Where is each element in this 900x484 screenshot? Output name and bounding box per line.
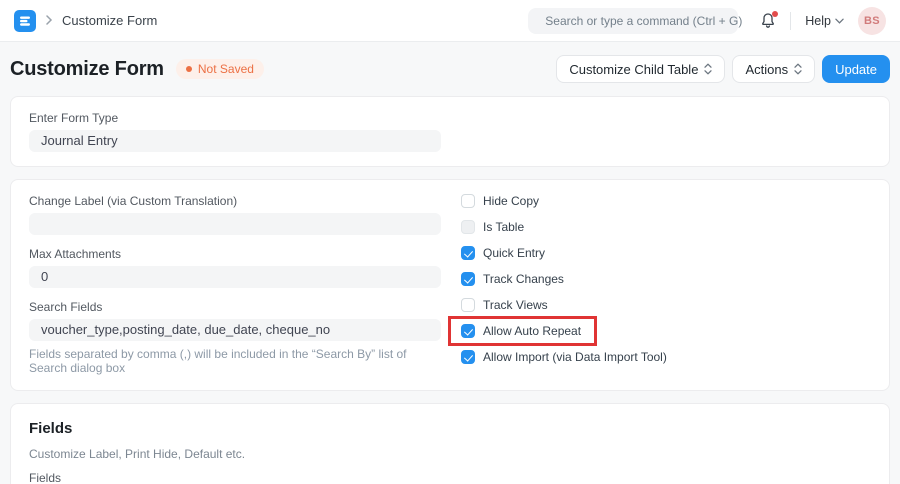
form-type-card: Enter Form Type Journal Entry <box>10 96 890 167</box>
search-fields-input[interactable]: voucher_type,posting_date, due_date, che… <box>29 319 441 341</box>
fields-section-title: Fields <box>29 420 871 437</box>
is-table-checkbox <box>461 220 475 234</box>
checkbox-hide-copy[interactable]: Hide Copy <box>461 194 871 208</box>
actions-button[interactable]: Actions <box>732 55 815 83</box>
chevron-select-icon <box>794 63 802 75</box>
highlight-annotation: Allow Auto Repeat <box>448 316 597 346</box>
properties-right-column: Hide Copy Is Table Quick Entry Track Cha… <box>461 194 871 376</box>
navbar-divider <box>790 12 791 30</box>
actions-label: Actions <box>745 62 788 77</box>
breadcrumb-chevron-icon <box>45 14 53 28</box>
checkbox-track-changes[interactable]: Track Changes <box>461 272 871 286</box>
allow-import-checkbox[interactable] <box>461 350 475 364</box>
chevron-down-icon <box>835 18 844 24</box>
max-attachments-label: Max Attachments <box>29 247 441 261</box>
navbar: Customize Form Search or type a command … <box>0 0 900 42</box>
breadcrumb[interactable]: Customize Form <box>62 13 157 28</box>
indicator-dot <box>186 66 192 72</box>
allow-auto-repeat-checkbox[interactable] <box>461 324 475 338</box>
indicator-label: Not Saved <box>198 62 254 76</box>
change-label-input[interactable] <box>29 213 441 235</box>
search-placeholder: Search or type a command (Ctrl + G) <box>545 14 742 28</box>
form-type-label: Enter Form Type <box>29 111 871 125</box>
track-views-label: Track Views <box>483 298 548 312</box>
help-label: Help <box>805 14 831 28</box>
customize-form-page: Customize Form Search or type a command … <box>0 0 900 484</box>
track-changes-checkbox[interactable] <box>461 272 475 286</box>
checkbox-allow-auto-repeat[interactable]: Allow Auto Repeat <box>461 324 581 338</box>
notification-dot <box>772 11 778 17</box>
allow-import-label: Allow Import (via Data Import Tool) <box>483 350 667 364</box>
avatar[interactable]: BS <box>858 7 886 35</box>
properties-card: Change Label (via Custom Translation) Ma… <box>10 179 890 391</box>
properties-left-column: Change Label (via Custom Translation) Ma… <box>29 194 441 376</box>
fields-grid-label: Fields <box>29 471 871 484</box>
max-attachments-input[interactable]: 0 <box>29 266 441 288</box>
search-fields-description: Fields separated by comma (,) will be in… <box>29 347 441 375</box>
page-title: Customize Form <box>10 58 164 81</box>
hide-copy-checkbox[interactable] <box>461 194 475 208</box>
erpnext-logo[interactable] <box>14 10 36 32</box>
checkbox-quick-entry[interactable]: Quick Entry <box>461 246 871 260</box>
erpnext-logo-icon <box>18 14 32 28</box>
track-views-checkbox[interactable] <box>461 298 475 312</box>
change-label-label: Change Label (via Custom Translation) <box>29 194 441 208</box>
chevron-select-icon <box>704 63 712 75</box>
not-saved-indicator: Not Saved <box>176 59 264 79</box>
checkbox-allow-import[interactable]: Allow Import (via Data Import Tool) <box>461 350 871 364</box>
quick-entry-checkbox[interactable] <box>461 246 475 260</box>
is-table-label: Is Table <box>483 220 524 234</box>
hide-copy-label: Hide Copy <box>483 194 539 208</box>
search-fields-label: Search Fields <box>29 300 441 314</box>
customize-child-table-button[interactable]: Customize Child Table <box>556 55 725 83</box>
page-container: Customize Form Not Saved Customize Child… <box>0 42 900 484</box>
page-head: Customize Form Not Saved Customize Child… <box>10 42 890 96</box>
fields-section-description: Customize Label, Print Hide, Default etc… <box>29 447 871 461</box>
update-button[interactable]: Update <box>822 55 890 83</box>
global-search-input[interactable]: Search or type a command (Ctrl + G) <box>528 8 738 34</box>
track-changes-label: Track Changes <box>483 272 564 286</box>
checkbox-track-views[interactable]: Track Views <box>461 298 871 312</box>
allow-auto-repeat-label: Allow Auto Repeat <box>483 324 581 338</box>
fields-card: Fields Customize Label, Print Hide, Defa… <box>10 403 890 484</box>
form-type-input[interactable]: Journal Entry <box>29 130 441 152</box>
quick-entry-label: Quick Entry <box>483 246 545 260</box>
help-menu[interactable]: Help <box>805 14 844 28</box>
customize-child-table-label: Customize Child Table <box>569 62 698 77</box>
notifications-button[interactable] <box>760 12 776 29</box>
checkbox-is-table[interactable]: Is Table <box>461 220 871 234</box>
